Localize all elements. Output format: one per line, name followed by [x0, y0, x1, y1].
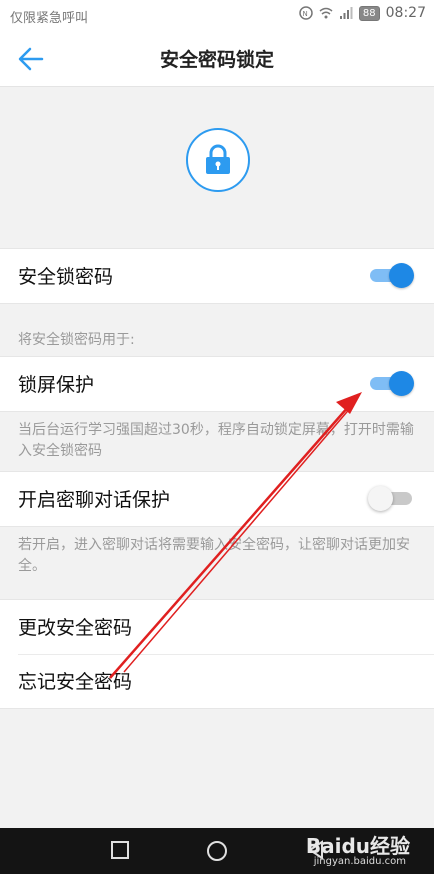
status-icons: N 88 08:27	[299, 5, 426, 21]
recents-icon[interactable]	[110, 840, 130, 860]
screen-lock-label: 锁屏保护	[18, 374, 95, 396]
chat-protect-row[interactable]: 开启密聊对话保护	[0, 471, 434, 527]
security-lock-toggle[interactable]	[368, 262, 414, 288]
carrier-text: 仅限紧急呼叫	[10, 11, 89, 26]
lock-badge	[186, 128, 250, 192]
forgot-password-item[interactable]: 忘记安全密码	[0, 655, 434, 708]
use-for-caption: 将安全锁密码用于:	[18, 332, 135, 348]
screen-lock-toggle[interactable]	[368, 370, 414, 396]
page-title: 安全密码锁定	[159, 49, 274, 71]
clock: 08:27	[385, 5, 426, 21]
watermark-brand: Baidu经验	[305, 834, 410, 858]
home-icon[interactable]	[206, 840, 228, 862]
change-password-item[interactable]: 更改安全密码	[0, 600, 434, 654]
forgot-password-label: 忘记安全密码	[18, 671, 133, 693]
title-bar: 安全密码锁定	[0, 30, 434, 87]
battery-indicator: 88	[358, 5, 380, 21]
svg-text:N: N	[302, 10, 307, 18]
chat-protect-label: 开启密聊对话保护	[18, 489, 171, 511]
change-password-label: 更改安全密码	[18, 617, 133, 639]
status-bar: 仅限紧急呼叫 N 88 08:27	[0, 0, 434, 30]
wifi-icon	[319, 7, 333, 19]
chat-protect-toggle[interactable]	[368, 485, 414, 511]
signal-icon	[339, 7, 353, 19]
password-actions-group: 更改安全密码 忘记安全密码	[0, 599, 434, 709]
nfc-icon: N	[299, 6, 313, 20]
watermark-url: jingyan.baidu.com	[313, 856, 406, 867]
screen-lock-hint: 当后台运行学习强国超过30秒，程序自动锁定屏幕，打开时需输入安全锁密码	[18, 422, 414, 459]
chat-protect-hint: 若开启，进入密聊对话将需要输入安全密码，让密聊对话更加安全。	[18, 537, 410, 574]
security-lock-row[interactable]: 安全锁密码	[0, 248, 434, 304]
screen-lock-row[interactable]: 锁屏保护	[0, 356, 434, 412]
security-lock-label: 安全锁密码	[18, 266, 114, 288]
lock-icon	[206, 144, 230, 174]
